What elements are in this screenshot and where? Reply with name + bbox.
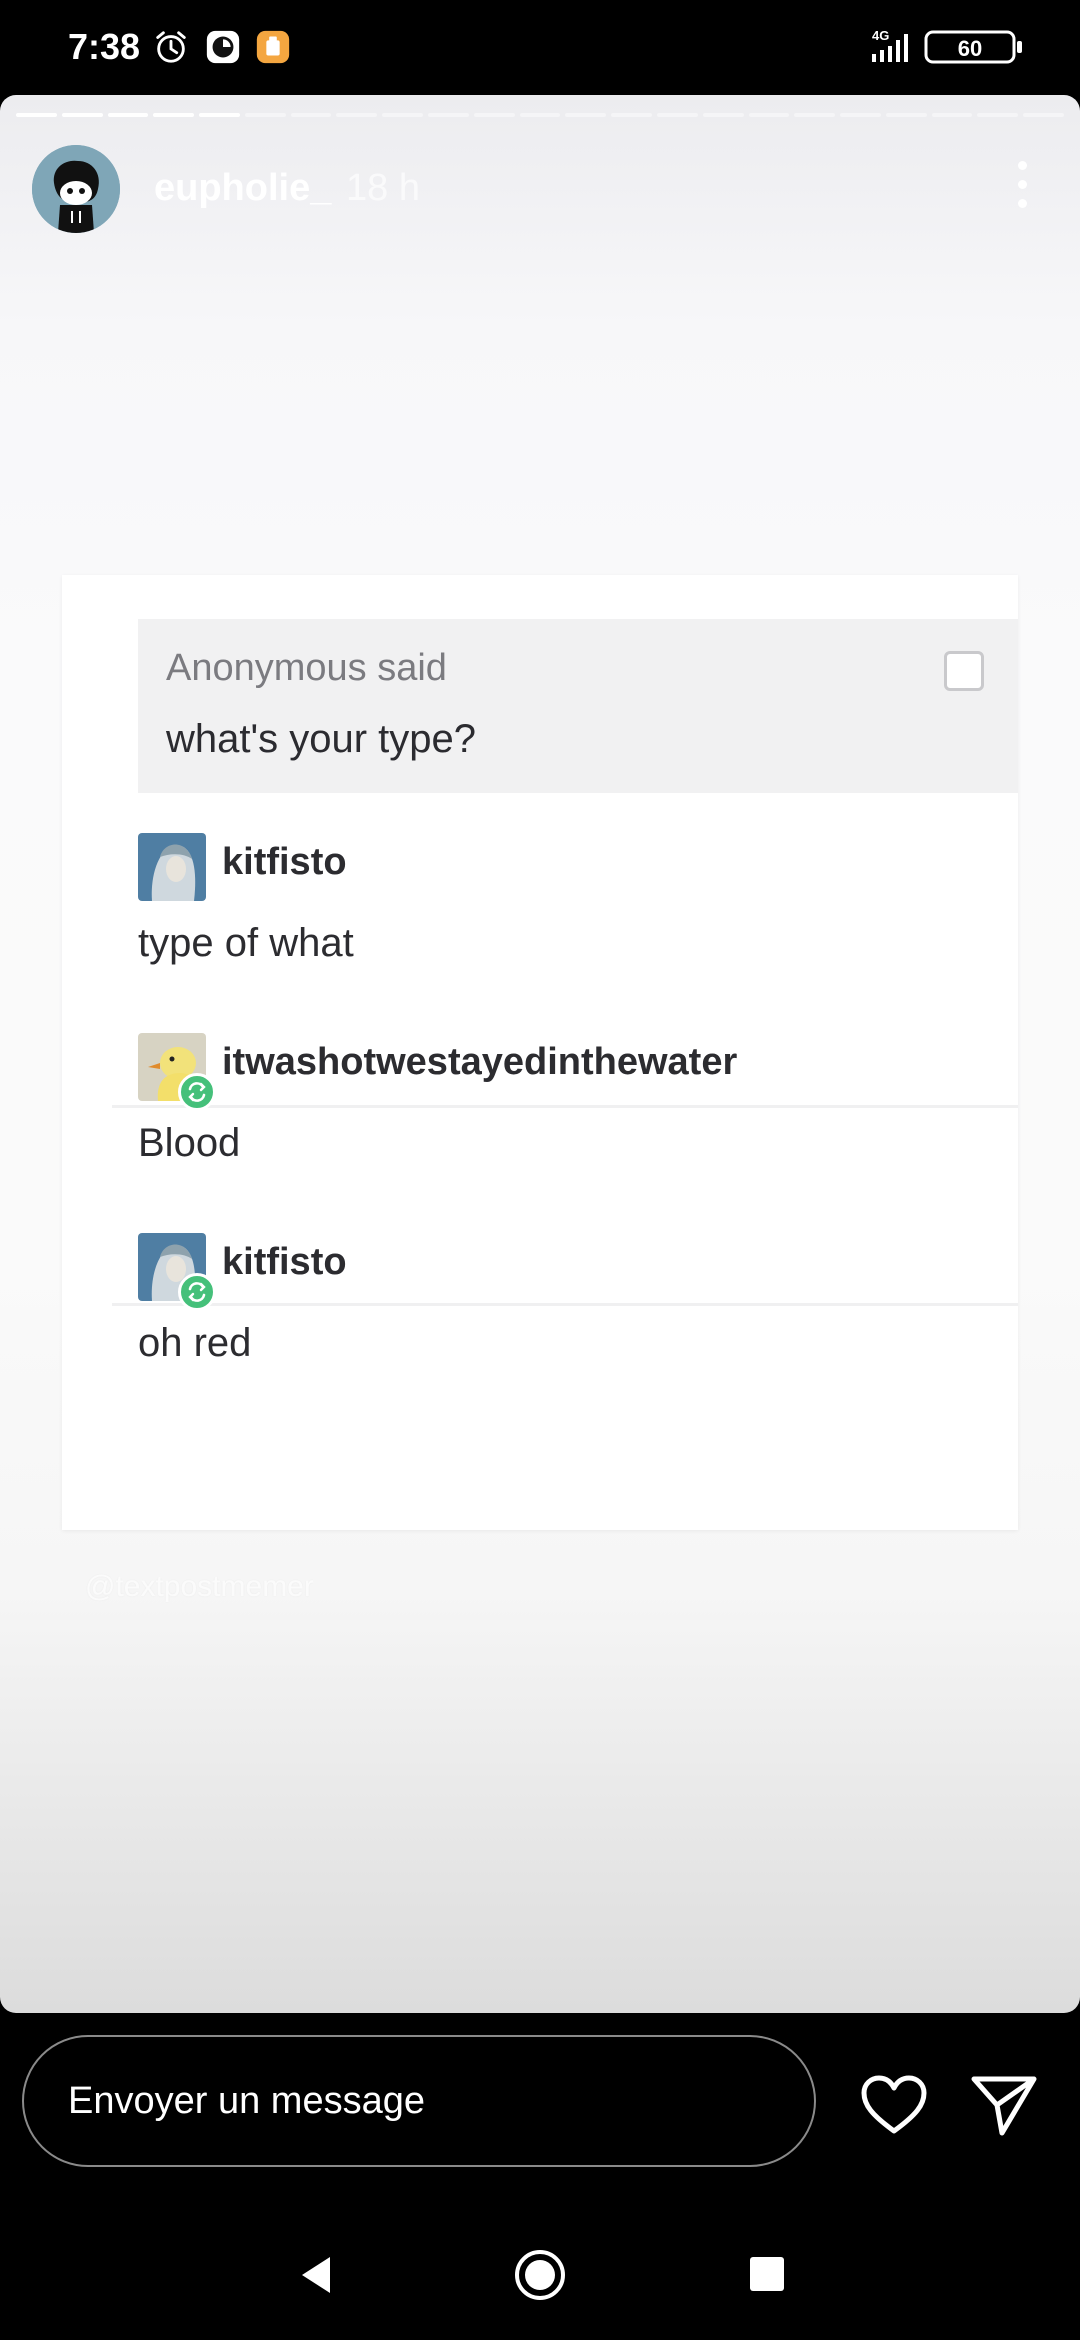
reblog-icon <box>178 1073 216 1111</box>
story-reply-bar <box>0 2013 1080 2213</box>
alarm-icon <box>156 31 186 63</box>
reply-text: type of what <box>138 921 354 965</box>
story-progress-segment <box>199 113 240 117</box>
notification-circle-icon <box>206 30 240 64</box>
story-progress-segment <box>336 113 378 117</box>
story-progress-segment <box>885 113 927 117</box>
reply-avatar <box>138 1033 216 1111</box>
signal-battery-group: 4G 60 <box>872 28 1022 64</box>
checkbox-icon <box>944 651 984 691</box>
ask-question: what's your type? <box>166 717 477 761</box>
story-progress-segment <box>519 113 561 117</box>
story-progress-segment <box>382 113 424 117</box>
story-progress-segment <box>977 113 1019 117</box>
divider <box>112 1105 1018 1108</box>
story-progress-segment <box>840 113 881 117</box>
battery-icon: 60 <box>924 30 1022 64</box>
status-time: 7:38 <box>68 26 141 67</box>
signal-icon: 4G <box>872 28 908 62</box>
reply-username: itwashotwestayedinthewater <box>222 1041 738 1083</box>
story-progress-segment <box>1023 113 1064 117</box>
story-progress-segment <box>290 113 332 117</box>
system-navigation-bar <box>0 2213 1080 2340</box>
battery-level: 60 <box>958 36 982 61</box>
story-post-image: Anonymous said what's your type? kitfist… <box>62 575 1018 1530</box>
story-progress-bar <box>16 113 1064 117</box>
ask-box: Anonymous said what's your type? <box>138 619 1018 793</box>
story-progress-segment <box>611 113 652 117</box>
story-progress-segment <box>473 113 515 117</box>
heart-icon[interactable] <box>858 2073 930 2137</box>
story-time-ago: 18 h <box>346 167 420 209</box>
divider <box>112 1303 1018 1306</box>
more-options-icon[interactable] <box>1012 161 1032 213</box>
story-progress-segment <box>656 113 698 117</box>
story-viewer[interactable]: eupholie_ 18 h Anonymous said what's you… <box>0 95 1080 2013</box>
message-input[interactable] <box>22 2035 816 2167</box>
recent-apps-icon[interactable] <box>750 2257 784 2291</box>
story-progress-segment <box>244 113 286 117</box>
app-notification-icon <box>256 30 290 64</box>
reply-avatar <box>138 833 206 901</box>
reply-username: kitfisto <box>222 1241 347 1283</box>
ask-sender: Anonymous said <box>166 647 447 689</box>
story-progress-segment <box>16 113 57 117</box>
reply-text: Blood <box>138 1121 241 1165</box>
story-progress-segment <box>153 113 195 117</box>
home-icon[interactable] <box>514 2249 566 2301</box>
screen: 7:38 4G 60 eupholie_ 18 h Anonymous said… <box>0 0 1080 2340</box>
story-progress-segment <box>61 113 103 117</box>
send-icon[interactable] <box>968 2071 1040 2139</box>
story-progress-segment <box>428 113 469 117</box>
story-username[interactable]: eupholie_ <box>154 167 331 210</box>
status-bar: 7:38 4G 60 <box>0 0 1080 95</box>
story-progress-segment <box>107 113 149 117</box>
watermark: @textpostmemer <box>85 1570 314 1603</box>
avatar-image <box>32 145 120 233</box>
reblog-icon <box>178 1273 216 1311</box>
avatar[interactable] <box>32 145 120 233</box>
back-icon[interactable] <box>296 2253 336 2297</box>
network-label: 4G <box>872 28 889 43</box>
story-progress-segment <box>748 113 790 117</box>
reply-username: kitfisto <box>222 841 347 883</box>
story-progress-segment <box>565 113 607 117</box>
reply-text: oh red <box>138 1321 252 1365</box>
reply-avatar <box>138 1233 216 1311</box>
story-progress-segment <box>794 113 836 117</box>
story-progress-segment <box>702 113 744 117</box>
story-progress-segment <box>931 113 973 117</box>
